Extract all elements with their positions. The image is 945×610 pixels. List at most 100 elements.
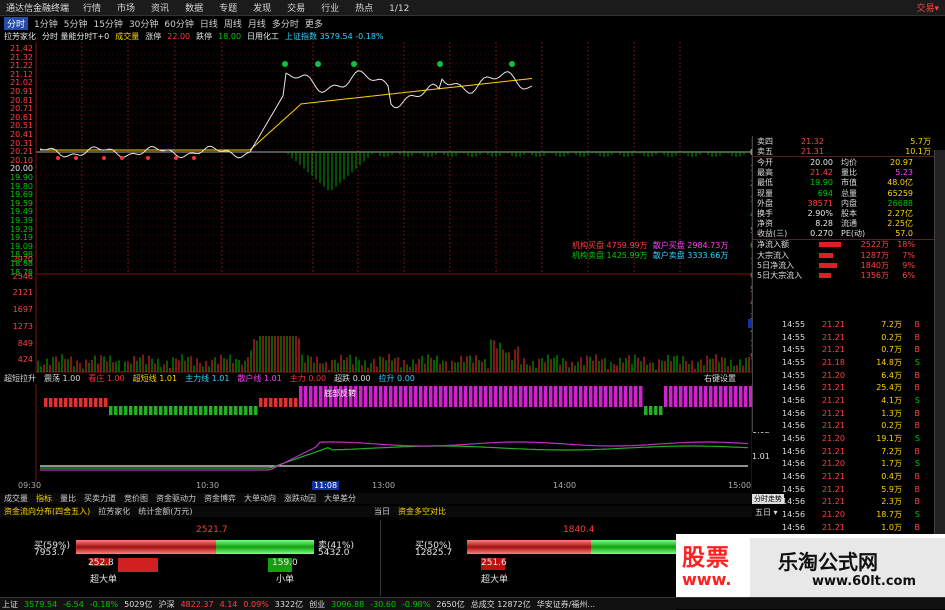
stat-value-2: 2.25亿 [887, 219, 913, 229]
inst-sell: 机构卖盘 1425.99万 [572, 251, 648, 260]
menu-item-9[interactable]: 1/12 [389, 4, 409, 14]
tick-time: 14:56 [782, 484, 806, 494]
indicator-bar [479, 386, 483, 407]
indicator-bar [624, 386, 628, 407]
menu-item-4[interactable]: 专题 [219, 4, 237, 14]
stat-value: 38571 [807, 198, 833, 208]
indicator-bar [164, 406, 168, 415]
menu-item-6[interactable]: 交易 [287, 4, 305, 14]
tab-4[interactable]: 竞价图 [124, 493, 148, 504]
indicator-bar [54, 398, 58, 407]
menu-item-2[interactable]: 资讯 [151, 4, 169, 14]
indicator-bar [189, 406, 193, 415]
tick-row: 14:56 21.20 1.7万 S [778, 458, 945, 471]
indicator-bar [499, 386, 503, 407]
timeframe-10[interactable]: 更多 [305, 17, 323, 30]
menu-item-1[interactable]: 市场 [117, 4, 135, 14]
menu-item-0[interactable]: 行情 [83, 4, 101, 14]
news-ticker[interactable]: 华安证券/福州... [537, 599, 595, 610]
tab-0[interactable]: 成交量 [4, 493, 28, 504]
menu-item-8[interactable]: 热点 [355, 4, 373, 14]
signal-marker [282, 61, 288, 67]
stat-value: 8.28 [815, 219, 833, 229]
intraday-chart[interactable] [0, 42, 752, 492]
tick-price: 21.21 [822, 472, 845, 482]
indicator-bar [729, 386, 733, 407]
right-sell-bar [591, 540, 677, 554]
menu-item-3[interactable]: 数据 [185, 4, 203, 14]
indicator-bar [214, 406, 218, 415]
menu-item-5[interactable]: 发现 [253, 4, 271, 14]
indicator-item-6: 主力 0.00 [289, 374, 327, 383]
time-tick: 09:30 [18, 481, 42, 490]
indicator-item-7: 超跌 0.00 [334, 374, 371, 383]
indicator-bar [94, 398, 98, 407]
timeframe-5[interactable]: 60分钟 [164, 17, 193, 30]
left-top-value: 2521.7 [196, 525, 228, 535]
stat-row: 今开 20.00 均价 20.97 [753, 157, 945, 167]
tab-6[interactable]: 资金博弈 [204, 493, 236, 504]
tick-price: 21.20 [822, 434, 845, 444]
indicator-bar [594, 386, 598, 407]
indicator-bar [174, 406, 178, 415]
indicator-bar [44, 398, 48, 407]
tick-volume: 5.9万 [881, 484, 902, 494]
tick-row: 14:56 21.21 4.1万 S [778, 394, 945, 407]
timeframe-1[interactable]: 1分钟 [34, 17, 58, 30]
bottom-tabs: 成交量 指标 量比 买卖力道 竞价图 资金驱动力 资金博弈 大单动向 涨跌动因 大单差分 [0, 493, 752, 504]
tab-9[interactable]: 大单差分 [324, 493, 356, 504]
indicator-bar [364, 386, 368, 407]
timeframe-2[interactable]: 5分钟 [64, 17, 88, 30]
indicator-bar [514, 386, 518, 407]
timeframe-3[interactable]: 15分钟 [93, 17, 122, 30]
limit-up-label: 涨停 [145, 31, 162, 41]
small-label-2: 小单 [276, 575, 295, 585]
signal-marker [351, 61, 357, 67]
indicator-bar [634, 386, 638, 407]
indicator-item-4: 主力线 1.01 [185, 374, 230, 383]
fund-tab-1[interactable]: 拉芳家化 [98, 506, 130, 517]
tab-3[interactable]: 买卖力道 [84, 493, 116, 504]
tick-row: 14:55 21.21 0.7万 B [778, 343, 945, 356]
fund-tab-right-1[interactable]: 资金多空对比 [398, 506, 446, 517]
fund-tab-2[interactable]: 统计金额(万元) [138, 506, 192, 517]
fund-tab-right-0[interactable]: 当日 [374, 506, 390, 517]
flow-pct: 7% [902, 250, 915, 260]
period-select[interactable]: 五日 ▾ [755, 507, 778, 518]
menu-item-7[interactable]: 行业 [321, 4, 339, 14]
tick-time: 14:56 [782, 434, 806, 444]
limit-down-label: 跌停 [196, 31, 213, 41]
indicator-bar [579, 386, 583, 407]
timeframe-0[interactable]: 分时 [4, 16, 29, 30]
signal-dot [174, 156, 178, 160]
fund-tab-0[interactable]: 资金流向分布(四舍五入) [4, 506, 90, 517]
timeframe-6[interactable]: 日线 [200, 17, 218, 30]
settings-link[interactable]: 右键设置 [704, 373, 736, 384]
tab-1[interactable]: 指标 [36, 493, 52, 504]
tab-8[interactable]: 涨跌动因 [284, 493, 316, 504]
side-toolbar[interactable] [934, 150, 945, 540]
indicator-bar [79, 398, 83, 407]
index-link[interactable]: 上证指数 3579.54 -0.18% [285, 31, 383, 42]
indicator-bar [544, 386, 548, 407]
trade-menu[interactable]: 交易▾ [916, 1, 945, 14]
tick-price: 21.21 [822, 484, 845, 494]
tick-volume: 0.4万 [881, 472, 902, 482]
timeframe-9[interactable]: 多分时 [272, 17, 299, 30]
indicator-bar [554, 386, 558, 407]
timeframe-4[interactable]: 30分钟 [129, 17, 158, 30]
stat-value: 2.90% [807, 208, 833, 218]
tab-2[interactable]: 量比 [60, 493, 76, 504]
indicator-bar [444, 386, 448, 407]
overlay-block [222, 276, 722, 336]
indicator-bar [539, 386, 543, 407]
timeframe-8[interactable]: 月线 [248, 17, 266, 30]
tab-5[interactable]: 资金驱动力 [156, 493, 196, 504]
indicator-bar [569, 386, 573, 407]
tick-row: 14:56 21.21 0.4万 B [778, 470, 945, 483]
tick-price: 21.21 [822, 522, 845, 532]
index-change: -30.60 [370, 599, 397, 609]
tab-7[interactable]: 大单动向 [244, 493, 276, 504]
timeframe-7[interactable]: 周线 [224, 17, 242, 30]
volume-label: 成交量 [115, 31, 140, 41]
